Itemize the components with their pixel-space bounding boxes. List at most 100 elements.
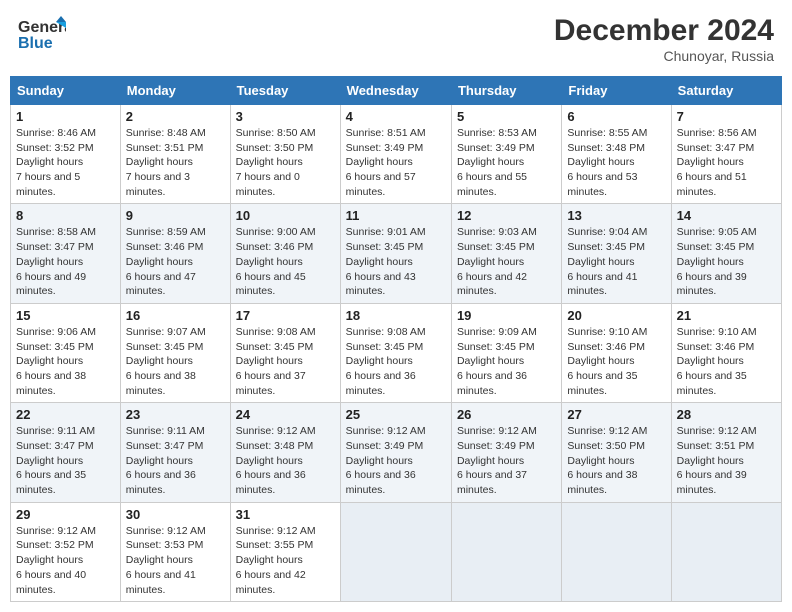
calendar-cell: 30 Sunrise: 9:12 AMSunset: 3:53 PMDayligh… (120, 502, 230, 601)
day-number: 19 (457, 308, 556, 323)
calendar-cell (451, 502, 561, 601)
calendar-cell: 21 Sunrise: 9:10 AMSunset: 3:46 PMDayligh… (671, 303, 781, 402)
calendar-cell: 28 Sunrise: 9:12 AMSunset: 3:51 PMDayligh… (671, 403, 781, 502)
calendar-cell: 11Sunrise: 9:01 AMSunset: 3:45 PMDayligh… (340, 204, 451, 303)
day-info: Sunrise: 8:58 AMSunset: 3:47 PMDaylight … (16, 225, 115, 298)
day-info: Sunrise: 9:07 AMSunset: 3:45 PMDaylight … (126, 325, 225, 398)
calendar-cell: 25Sunrise: 9:12 AMSunset: 3:49 PMDayligh… (340, 403, 451, 502)
location-subtitle: Chunoyar, Russia (554, 48, 774, 64)
calendar-cell: 15 Sunrise: 9:06 AMSunset: 3:45 PMDayligh… (11, 303, 121, 402)
day-info: Sunrise: 9:06 AMSunset: 3:45 PMDaylight … (16, 325, 115, 398)
calendar-cell: 13 Sunrise: 9:04 AMSunset: 3:45 PMDayligh… (562, 204, 671, 303)
calendar-cell: 20 Sunrise: 9:10 AMSunset: 3:46 PMDayligh… (562, 303, 671, 402)
day-number: 9 (126, 208, 225, 223)
month-year-title: December 2024 (554, 14, 774, 48)
day-info: Sunrise: 9:12 AMSunset: 3:50 PMDaylight … (567, 424, 665, 497)
svg-text:Blue: Blue (18, 35, 53, 52)
calendar-cell: 24 Sunrise: 9:12 AMSunset: 3:48 PMDayligh… (230, 403, 340, 502)
day-number: 21 (677, 308, 776, 323)
day-info: Sunrise: 9:12 AMSunset: 3:55 PMDaylight … (236, 524, 335, 597)
day-number: 8 (16, 208, 115, 223)
day-number: 2 (126, 109, 225, 124)
calendar-cell (671, 502, 781, 601)
column-header-friday: Friday (562, 77, 671, 105)
calendar-cell: 23Sunrise: 9:11 AMSunset: 3:47 PMDayligh… (120, 403, 230, 502)
column-header-tuesday: Tuesday (230, 77, 340, 105)
calendar-cell: 9 Sunrise: 8:59 AMSunset: 3:46 PMDaylight… (120, 204, 230, 303)
day-number: 15 (16, 308, 115, 323)
calendar-cell: 3 Sunrise: 8:50 AMSunset: 3:50 PMDaylight… (230, 105, 340, 204)
calendar-cell: 22 Sunrise: 9:11 AMSunset: 3:47 PMDayligh… (11, 403, 121, 502)
calendar-table: SundayMondayTuesdayWednesdayThursdayFrid… (10, 76, 782, 602)
day-number: 1 (16, 109, 115, 124)
logo: General Blue (18, 14, 66, 59)
day-info: Sunrise: 9:10 AMSunset: 3:46 PMDaylight … (567, 325, 665, 398)
day-number: 3 (236, 109, 335, 124)
day-number: 4 (346, 109, 446, 124)
calendar-cell: 7Sunrise: 8:56 AMSunset: 3:47 PMDaylight… (671, 105, 781, 204)
day-number: 13 (567, 208, 665, 223)
calendar-header-row: SundayMondayTuesdayWednesdayThursdayFrid… (11, 77, 782, 105)
day-info: Sunrise: 8:53 AMSunset: 3:49 PMDaylight … (457, 126, 556, 199)
day-number: 30 (126, 507, 225, 522)
week-row-4: 22 Sunrise: 9:11 AMSunset: 3:47 PMDayligh… (11, 403, 782, 502)
calendar-cell: 5 Sunrise: 8:53 AMSunset: 3:49 PMDaylight… (451, 105, 561, 204)
day-number: 28 (677, 407, 776, 422)
day-number: 14 (677, 208, 776, 223)
day-number: 27 (567, 407, 665, 422)
day-number: 24 (236, 407, 335, 422)
day-info: Sunrise: 8:51 AMSunset: 3:49 PMDaylight … (346, 126, 446, 199)
day-number: 7 (677, 109, 776, 124)
day-info: Sunrise: 9:10 AMSunset: 3:46 PMDaylight … (677, 325, 776, 398)
day-info: Sunrise: 8:48 AMSunset: 3:51 PMDaylight … (126, 126, 225, 199)
day-info: Sunrise: 8:50 AMSunset: 3:50 PMDaylight … (236, 126, 335, 199)
day-number: 11 (346, 208, 446, 223)
calendar-cell: 14Sunrise: 9:05 AMSunset: 3:45 PMDayligh… (671, 204, 781, 303)
calendar-cell: 1 Sunrise: 8:46 AMSunset: 3:52 PMDaylight… (11, 105, 121, 204)
page-header: General Blue December 2024 Chunoyar, Rus… (10, 10, 782, 68)
calendar-cell: 6Sunrise: 8:55 AMSunset: 3:48 PMDaylight… (562, 105, 671, 204)
day-number: 26 (457, 407, 556, 422)
column-header-monday: Monday (120, 77, 230, 105)
day-info: Sunrise: 8:55 AMSunset: 3:48 PMDaylight … (567, 126, 665, 199)
calendar-cell: 17Sunrise: 9:08 AMSunset: 3:45 PMDayligh… (230, 303, 340, 402)
day-number: 5 (457, 109, 556, 124)
calendar-cell (562, 502, 671, 601)
day-number: 23 (126, 407, 225, 422)
day-number: 20 (567, 308, 665, 323)
calendar-cell: 8 Sunrise: 8:58 AMSunset: 3:47 PMDaylight… (11, 204, 121, 303)
day-info: Sunrise: 9:08 AMSunset: 3:45 PMDaylight … (346, 325, 446, 398)
day-number: 31 (236, 507, 335, 522)
calendar-cell: 12Sunrise: 9:03 AMSunset: 3:45 PMDayligh… (451, 204, 561, 303)
title-area: December 2024 Chunoyar, Russia (554, 14, 774, 64)
calendar-cell: 4 Sunrise: 8:51 AMSunset: 3:49 PMDaylight… (340, 105, 451, 204)
calendar-cell: 16Sunrise: 9:07 AMSunset: 3:45 PMDayligh… (120, 303, 230, 402)
logo-graphic: General Blue (18, 14, 66, 59)
column-header-sunday: Sunday (11, 77, 121, 105)
day-number: 22 (16, 407, 115, 422)
day-info: Sunrise: 9:09 AMSunset: 3:45 PMDaylight … (457, 325, 556, 398)
week-row-3: 15 Sunrise: 9:06 AMSunset: 3:45 PMDayligh… (11, 303, 782, 402)
day-info: Sunrise: 9:04 AMSunset: 3:45 PMDaylight … (567, 225, 665, 298)
calendar-cell: 27 Sunrise: 9:12 AMSunset: 3:50 PMDayligh… (562, 403, 671, 502)
day-number: 10 (236, 208, 335, 223)
calendar-cell: 26 Sunrise: 9:12 AMSunset: 3:49 PMDayligh… (451, 403, 561, 502)
day-info: Sunrise: 9:11 AMSunset: 3:47 PMDaylight … (16, 424, 115, 497)
week-row-2: 8 Sunrise: 8:58 AMSunset: 3:47 PMDaylight… (11, 204, 782, 303)
day-info: Sunrise: 9:03 AMSunset: 3:45 PMDaylight … (457, 225, 556, 298)
column-header-wednesday: Wednesday (340, 77, 451, 105)
day-number: 29 (16, 507, 115, 522)
day-info: Sunrise: 8:59 AMSunset: 3:46 PMDaylight … (126, 225, 225, 298)
day-info: Sunrise: 9:12 AMSunset: 3:52 PMDaylight … (16, 524, 115, 597)
column-header-saturday: Saturday (671, 77, 781, 105)
day-number: 17 (236, 308, 335, 323)
calendar-cell: 29 Sunrise: 9:12 AMSunset: 3:52 PMDayligh… (11, 502, 121, 601)
day-number: 25 (346, 407, 446, 422)
day-info: Sunrise: 9:12 AMSunset: 3:51 PMDaylight … (677, 424, 776, 497)
day-info: Sunrise: 8:46 AMSunset: 3:52 PMDaylight … (16, 126, 115, 199)
day-info: Sunrise: 9:12 AMSunset: 3:49 PMDaylight … (457, 424, 556, 497)
column-header-thursday: Thursday (451, 77, 561, 105)
day-info: Sunrise: 9:12 AMSunset: 3:53 PMDaylight … (126, 524, 225, 597)
day-info: Sunrise: 9:12 AMSunset: 3:48 PMDaylight … (236, 424, 335, 497)
calendar-cell: 10Sunrise: 9:00 AMSunset: 3:46 PMDayligh… (230, 204, 340, 303)
